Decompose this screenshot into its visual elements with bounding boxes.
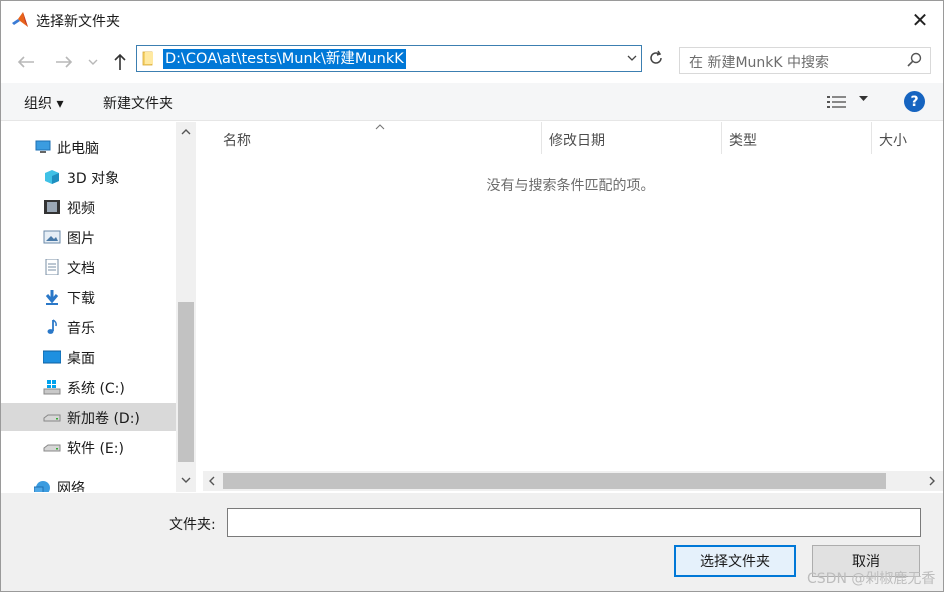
sidebar-item-label: 文档 bbox=[67, 261, 95, 277]
chevron-down-icon bbox=[181, 477, 191, 483]
address-dropdown-button[interactable] bbox=[627, 51, 637, 64]
column-divider[interactable] bbox=[871, 122, 872, 154]
help-icon: ? bbox=[910, 93, 919, 110]
drive-icon bbox=[43, 444, 61, 452]
search-icon[interactable] bbox=[906, 52, 922, 68]
forward-arrow-icon bbox=[56, 56, 73, 68]
sidebar-item-label: 下载 bbox=[67, 291, 95, 307]
download-icon bbox=[45, 290, 59, 305]
desktop-icon bbox=[43, 350, 61, 364]
organize-menu[interactable]: 组织 ▾ bbox=[24, 93, 63, 113]
view-options-icon[interactable] bbox=[827, 95, 847, 109]
matlab-logo-icon bbox=[12, 12, 28, 27]
navigation-pane: 此电脑 3D 对象 视频 图片 文档 下载 音乐 桌面 系统 (C:) 新加卷 … bbox=[1, 122, 198, 492]
sidebar-item-pictures[interactable]: 图片 bbox=[1, 223, 176, 251]
sort-indicator-icon bbox=[375, 122, 385, 133]
sidebar-item-label: 图片 bbox=[67, 231, 95, 247]
back-button[interactable] bbox=[15, 51, 37, 73]
up-button[interactable] bbox=[109, 51, 131, 73]
video-icon bbox=[44, 200, 60, 214]
3d-objects-icon bbox=[45, 170, 59, 184]
search-placeholder: 在 新建MunkK 中搜索 bbox=[689, 55, 830, 71]
system-drive-icon bbox=[43, 380, 61, 395]
sidebar-item-videos[interactable]: 视频 bbox=[1, 193, 176, 221]
sidebar-item-label: 新加卷 (D:) bbox=[67, 411, 140, 427]
sidebar-item-label: 此电脑 bbox=[57, 141, 99, 157]
sidebar-item-label: 网络 bbox=[57, 481, 85, 492]
chevron-down-icon bbox=[88, 59, 98, 65]
folder-icon bbox=[142, 51, 153, 66]
folder-field-label: 文件夹: bbox=[169, 517, 216, 533]
music-icon bbox=[47, 319, 57, 334]
close-button[interactable]: ✕ bbox=[897, 1, 943, 39]
caret-down-icon bbox=[859, 96, 868, 101]
chevron-right-icon bbox=[929, 476, 935, 486]
empty-list-message: 没有与搜索条件匹配的项。 bbox=[486, 178, 655, 194]
search-box[interactable]: 在 新建MunkK 中搜索 bbox=[679, 47, 931, 74]
navigation-row: D:\COA\at\tests\Munk\新建MunkK 在 新建MunkK 中… bbox=[1, 39, 943, 83]
help-button[interactable]: ? bbox=[904, 91, 925, 112]
select-folder-button[interactable]: 选择文件夹 bbox=[674, 545, 796, 577]
column-header-type[interactable]: 类型 bbox=[729, 130, 757, 150]
sidebar-item-label: 视频 bbox=[67, 201, 95, 217]
watermark: CSDN @剁椒鹿无香 bbox=[807, 571, 936, 587]
address-bar[interactable]: D:\COA\at\tests\Munk\新建MunkK bbox=[136, 45, 642, 72]
recent-locations-button[interactable] bbox=[85, 51, 101, 73]
chevron-left-icon bbox=[209, 476, 215, 486]
sidebar-item-software-e[interactable]: 软件 (E:) bbox=[1, 433, 176, 461]
command-toolbar: 组织 ▾ 新建文件夹 ? bbox=[1, 83, 943, 121]
up-arrow-icon bbox=[114, 53, 126, 70]
sidebar-item-label: 桌面 bbox=[67, 351, 95, 367]
sidebar-item-this-pc[interactable]: 此电脑 bbox=[1, 133, 176, 161]
column-divider[interactable] bbox=[721, 122, 722, 154]
documents-icon bbox=[45, 259, 59, 275]
column-header-name[interactable]: 名称 bbox=[223, 130, 251, 150]
view-dropdown-button[interactable] bbox=[859, 94, 868, 105]
folder-name-input[interactable] bbox=[227, 508, 921, 537]
scroll-left-button[interactable] bbox=[203, 471, 221, 491]
scroll-down-button[interactable] bbox=[176, 470, 196, 490]
scroll-right-button[interactable] bbox=[923, 471, 941, 491]
drive-icon bbox=[43, 414, 61, 422]
sidebar-item-label: 3D 对象 bbox=[67, 171, 120, 187]
back-arrow-icon bbox=[17, 56, 34, 68]
column-divider[interactable] bbox=[541, 122, 542, 154]
sidebar-item-3d-objects[interactable]: 3D 对象 bbox=[1, 163, 176, 191]
sidebar-item-label: 软件 (E:) bbox=[67, 441, 124, 457]
network-icon bbox=[34, 481, 50, 492]
close-icon: ✕ bbox=[911, 8, 929, 32]
pictures-icon bbox=[43, 230, 61, 244]
chevron-down-icon bbox=[627, 55, 637, 61]
address-path[interactable]: D:\COA\at\tests\Munk\新建MunkK bbox=[163, 49, 406, 69]
sidebar-item-desktop[interactable]: 桌面 bbox=[1, 343, 176, 371]
window-title: 选择新文件夹 bbox=[36, 14, 120, 30]
column-header-date-modified[interactable]: 修改日期 bbox=[549, 130, 605, 150]
scrollbar-thumb[interactable] bbox=[178, 302, 194, 462]
file-list-horizontal-scrollbar[interactable] bbox=[203, 471, 943, 491]
dialog-footer: 文件夹: 选择文件夹 取消 bbox=[1, 493, 943, 591]
sidebar-item-label: 系统 (C:) bbox=[67, 381, 125, 397]
title-bar: 选择新文件夹 ✕ bbox=[1, 1, 943, 39]
refresh-button[interactable] bbox=[646, 48, 666, 68]
sidebar-item-volume-d[interactable]: 新加卷 (D:) bbox=[1, 403, 176, 431]
pc-icon bbox=[35, 140, 51, 153]
column-header-size[interactable]: 大小 bbox=[879, 130, 907, 150]
file-list-header: 名称 修改日期 类型 大小 bbox=[198, 122, 943, 154]
scroll-up-button[interactable] bbox=[176, 122, 196, 142]
sidebar-item-label: 音乐 bbox=[67, 321, 95, 337]
sidebar-item-system-c[interactable]: 系统 (C:) bbox=[1, 373, 176, 401]
sidebar-item-documents[interactable]: 文档 bbox=[1, 253, 176, 281]
scrollbar-thumb[interactable] bbox=[223, 473, 886, 489]
sidebar-item-network[interactable]: 网络 bbox=[1, 473, 176, 492]
refresh-icon bbox=[650, 50, 662, 64]
sidebar-item-downloads[interactable]: 下载 bbox=[1, 283, 176, 311]
new-folder-button[interactable]: 新建文件夹 bbox=[103, 93, 173, 113]
chevron-up-icon bbox=[181, 129, 191, 135]
navigation-pane-scrollbar[interactable] bbox=[176, 122, 196, 492]
forward-button[interactable] bbox=[53, 51, 75, 73]
sidebar-item-music[interactable]: 音乐 bbox=[1, 313, 176, 341]
folder-picker-dialog: 选择新文件夹 ✕ D:\COA\at\tests\Munk\新建MunkK 在 … bbox=[0, 0, 944, 592]
